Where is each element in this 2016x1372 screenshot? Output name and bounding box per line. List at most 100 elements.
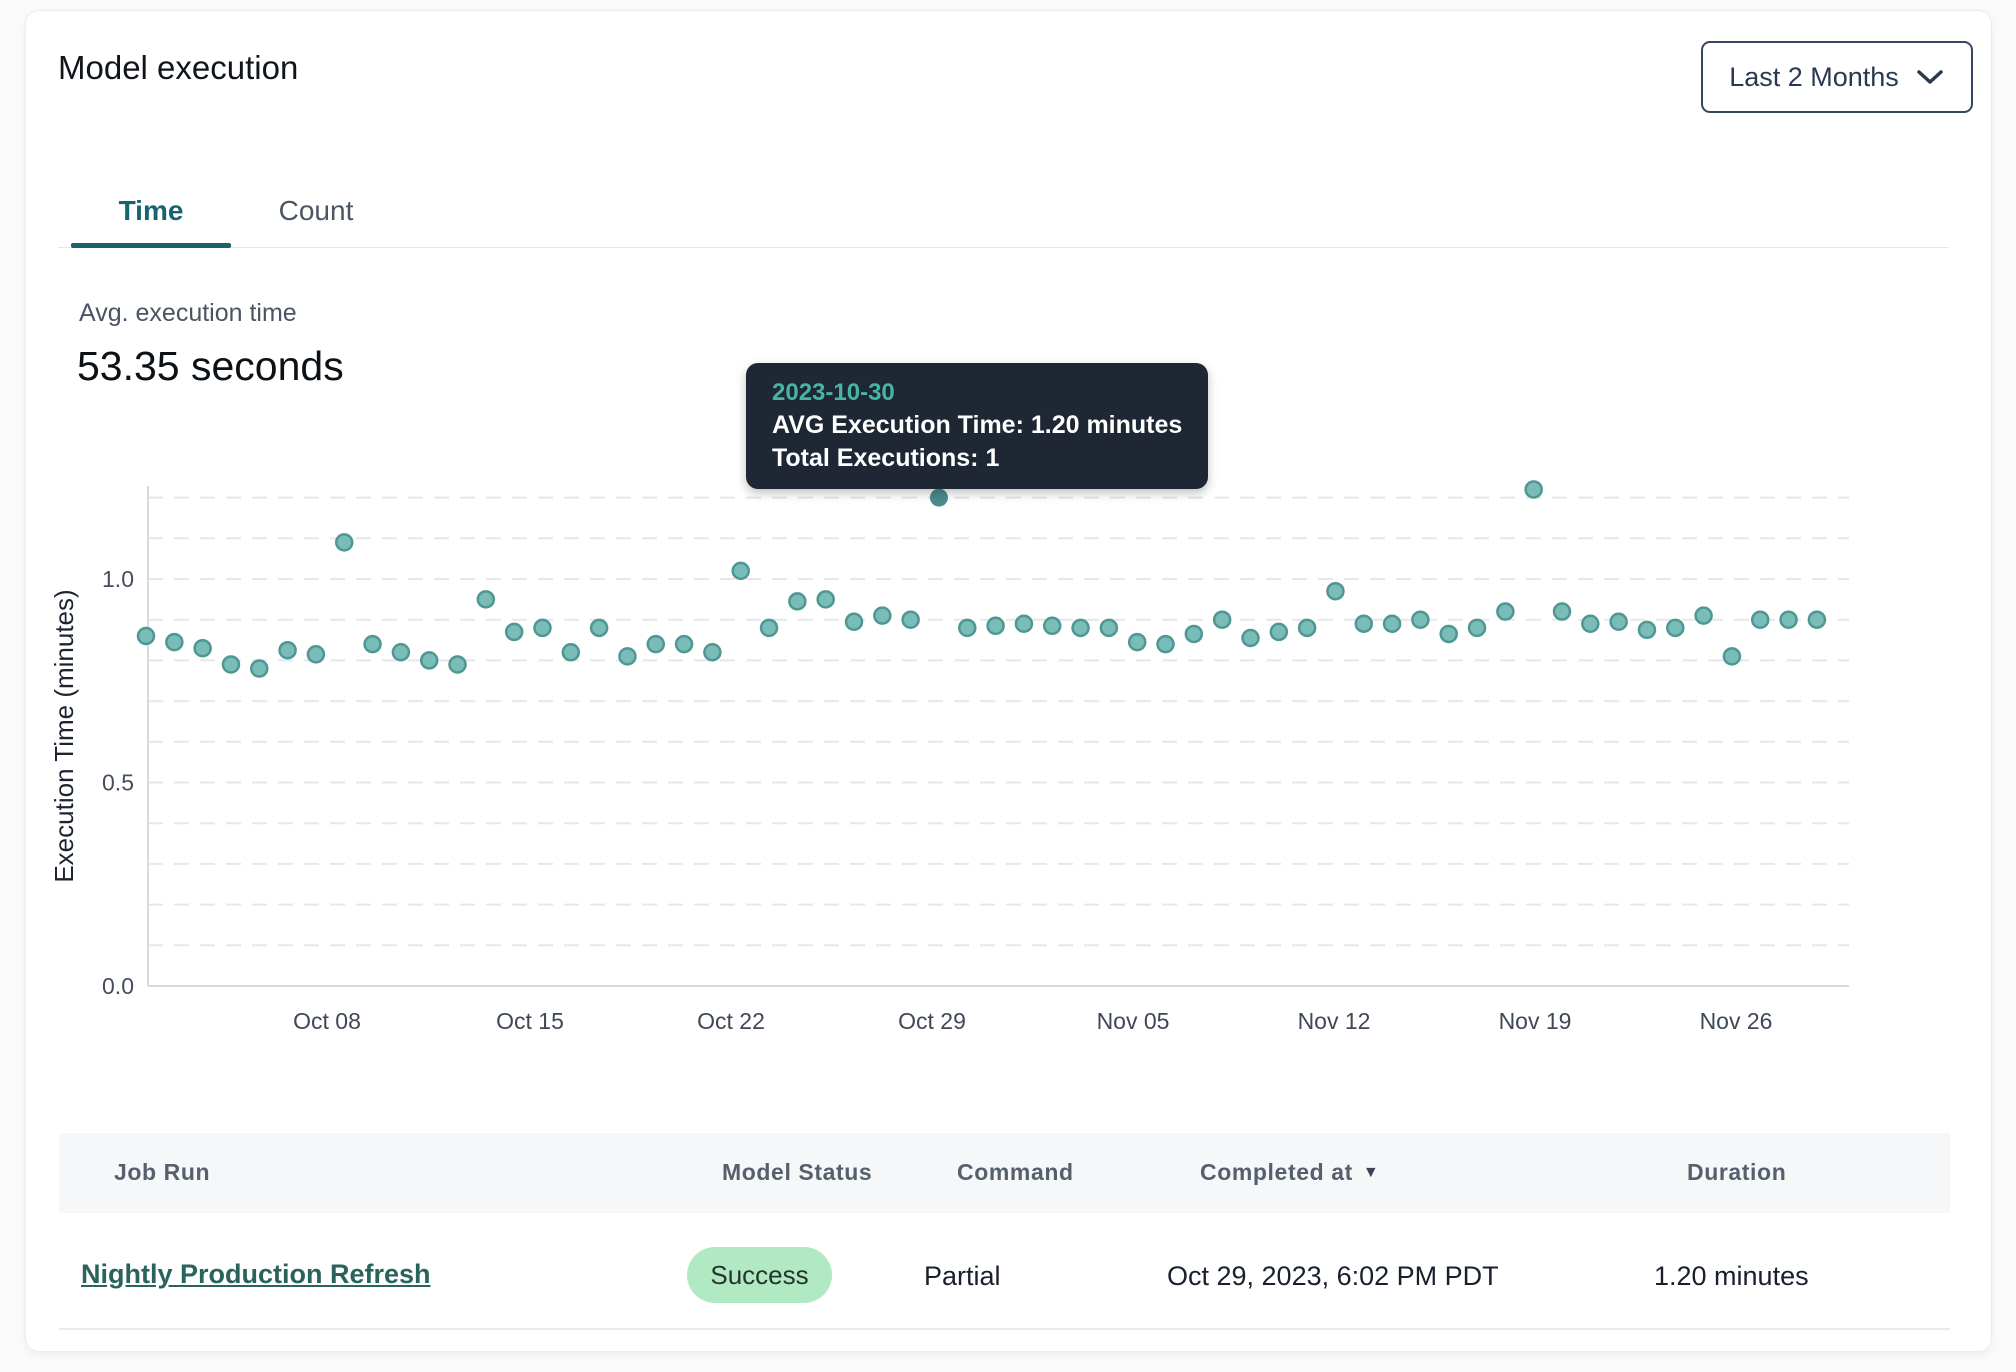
data-point[interactable] — [280, 642, 296, 658]
data-point[interactable] — [1186, 626, 1202, 642]
data-point-highlighted[interactable] — [930, 489, 948, 507]
data-point[interactable] — [1497, 604, 1513, 620]
avg-execution-time-label: Avg. execution time — [79, 299, 297, 328]
tab-count[interactable]: Count — [251, 179, 381, 243]
tooltip-avg-execution-time: AVG Execution Time: 1.20 minutes — [772, 411, 1182, 440]
data-point[interactable] — [336, 534, 352, 550]
data-point[interactable] — [846, 614, 862, 630]
completed-at-cell: Oct 29, 2023, 6:02 PM PDT — [1167, 1261, 1499, 1292]
x-tick-label: Oct 08 — [293, 1008, 361, 1034]
data-point[interactable] — [1158, 636, 1174, 652]
data-point[interactable] — [874, 608, 890, 624]
y-axis-title: Execution Time (minutes) — [49, 589, 79, 882]
data-point[interactable] — [1469, 620, 1485, 636]
x-tick-label: Nov 05 — [1097, 1008, 1170, 1034]
data-point[interactable] — [1356, 616, 1372, 632]
data-point[interactable] — [1752, 612, 1768, 628]
data-point[interactable] — [1073, 620, 1089, 636]
data-point[interactable] — [534, 620, 550, 636]
data-point[interactable] — [1214, 612, 1230, 628]
data-point[interactable] — [959, 620, 975, 636]
tab-time[interactable]: Time — [71, 179, 231, 243]
data-point[interactable] — [1639, 622, 1655, 638]
data-point[interactable] — [619, 648, 635, 664]
data-point[interactable] — [1101, 620, 1117, 636]
y-tick-label: 0.5 — [102, 770, 134, 796]
column-header-duration: Duration — [1687, 1159, 1786, 1186]
chevron-down-icon — [1915, 67, 1945, 87]
data-point[interactable] — [1327, 583, 1343, 599]
data-point[interactable] — [506, 624, 522, 640]
column-header-job-run: Job Run — [114, 1159, 210, 1186]
tabs-divider — [58, 247, 1949, 248]
data-point[interactable] — [1129, 634, 1145, 650]
row-divider — [59, 1328, 1950, 1330]
column-header-command: Command — [957, 1159, 1074, 1186]
data-point[interactable] — [1582, 616, 1598, 632]
data-point[interactable] — [308, 646, 324, 662]
data-point[interactable] — [648, 636, 664, 652]
model-execution-card: Model execution Last 2 Months Time Count… — [25, 10, 1992, 1352]
execution-time-scatter-chart: 0.0 0.5 1.0 Execution Time (minutes) Oct 08 O… — [26, 441, 1991, 1061]
data-point[interactable] — [1299, 620, 1315, 636]
page-title: Model execution — [58, 49, 298, 87]
data-point[interactable] — [733, 563, 749, 579]
status-badge: Success — [687, 1247, 832, 1303]
data-point[interactable] — [166, 634, 182, 650]
y-tick-label: 1.0 — [102, 566, 134, 592]
data-point[interactable] — [251, 661, 267, 677]
sort-descending-icon: ▼ — [1363, 1164, 1379, 1182]
data-point[interactable] — [1611, 614, 1627, 630]
data-point[interactable] — [421, 652, 437, 668]
data-point[interactable] — [1554, 604, 1570, 620]
table-header: Job Run Model Status Command Completed a… — [59, 1133, 1950, 1213]
date-range-dropdown[interactable]: Last 2 Months — [1701, 41, 1973, 113]
date-range-label: Last 2 Months — [1729, 62, 1899, 93]
avg-execution-time-value: 53.35 seconds — [77, 343, 344, 390]
data-point[interactable] — [563, 644, 579, 660]
job-run-link[interactable]: Nightly Production Refresh — [81, 1259, 431, 1290]
column-header-model-status: Model Status — [722, 1159, 872, 1186]
data-point[interactable] — [676, 636, 692, 652]
column-header-completed-at[interactable]: Completed at ▼ — [1200, 1159, 1379, 1186]
x-tick-label: Oct 22 — [697, 1008, 765, 1034]
data-point[interactable] — [223, 656, 239, 672]
tooltip-total-executions: Total Executions: 1 — [772, 444, 1182, 473]
data-point[interactable] — [818, 591, 834, 607]
data-point[interactable] — [1667, 620, 1683, 636]
data-point[interactable] — [1724, 648, 1740, 664]
data-point[interactable] — [1412, 612, 1428, 628]
x-tick-label: Nov 12 — [1298, 1008, 1371, 1034]
data-point[interactable] — [478, 591, 494, 607]
data-point[interactable] — [988, 618, 1004, 634]
data-point[interactable] — [1242, 630, 1258, 646]
data-point[interactable] — [591, 620, 607, 636]
data-point[interactable] — [903, 612, 919, 628]
data-point[interactable] — [138, 628, 154, 644]
x-tick-label: Nov 19 — [1499, 1008, 1572, 1034]
data-point[interactable] — [1384, 616, 1400, 632]
command-cell: Partial — [924, 1261, 1001, 1292]
data-point[interactable] — [195, 640, 211, 656]
data-point[interactable] — [789, 593, 805, 609]
data-point[interactable] — [761, 620, 777, 636]
y-tick-label: 0.0 — [102, 973, 134, 999]
data-point[interactable] — [1696, 608, 1712, 624]
x-tick-label: Nov 26 — [1700, 1008, 1773, 1034]
data-point[interactable] — [1441, 626, 1457, 642]
active-tab-underline — [71, 243, 231, 248]
tooltip-date: 2023-10-30 — [772, 379, 1182, 407]
data-point[interactable] — [704, 644, 720, 660]
data-point[interactable] — [1781, 612, 1797, 628]
x-tick-label: Oct 29 — [898, 1008, 966, 1034]
data-point[interactable] — [1044, 618, 1060, 634]
data-point[interactable] — [365, 636, 381, 652]
data-point[interactable] — [1809, 612, 1825, 628]
data-point[interactable] — [393, 644, 409, 660]
x-tick-label: Oct 15 — [496, 1008, 564, 1034]
data-point[interactable] — [1526, 481, 1542, 497]
data-point[interactable] — [450, 656, 466, 672]
duration-cell: 1.20 minutes — [1654, 1261, 1809, 1292]
data-point[interactable] — [1016, 616, 1032, 632]
data-point[interactable] — [1271, 624, 1287, 640]
